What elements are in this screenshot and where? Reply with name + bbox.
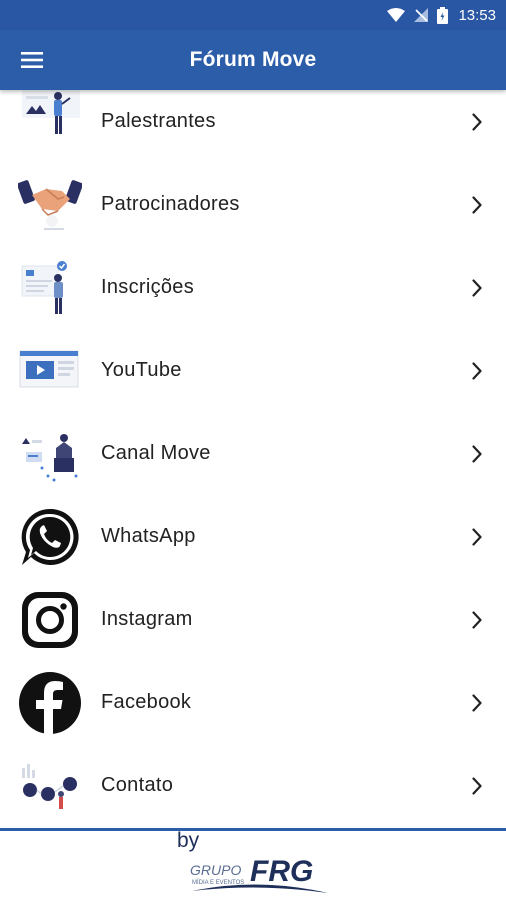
menu-item-whatsapp[interactable]: WhatsApp [0, 495, 506, 578]
facebook-icon [18, 671, 82, 735]
footer: by GRUPO FRG MÍDIA E EVENTOS [0, 828, 506, 900]
logo-group-text: GRUPO [190, 862, 241, 878]
chevron-right-icon [470, 527, 484, 547]
footer-by-text: by [177, 829, 200, 852]
logo-brand-text: FRG [250, 855, 313, 888]
grupo-frg-logo: GRUPO FRG MÍDIA E EVENTOS [190, 855, 328, 893]
hamburger-menu-icon[interactable] [16, 44, 48, 76]
chevron-right-icon [470, 278, 484, 298]
app-title: Fórum Move [189, 48, 317, 71]
channel-illustration-icon [18, 422, 82, 486]
menu-item-label: Facebook [101, 691, 192, 713]
no-signal-icon [413, 7, 429, 23]
chevron-right-icon [470, 112, 484, 132]
status-time: 13:53 [458, 6, 496, 24]
chevron-right-icon [470, 361, 484, 381]
menu-item-patrocinadores[interactable]: Patrocinadores [0, 163, 506, 246]
chevron-right-icon [470, 693, 484, 713]
menu-item-label: Inscrições [101, 276, 195, 298]
battery-icon [437, 6, 449, 24]
menu-item-contato[interactable]: Contato [0, 744, 506, 827]
menu-item-instagram[interactable]: Instagram [0, 578, 506, 661]
menu-item-inscricoes[interactable]: Inscrições [0, 246, 506, 329]
video-player-illustration-icon [18, 339, 82, 403]
contact-illustration-icon [18, 754, 82, 818]
speaker-illustration-icon [18, 84, 82, 148]
menu-item-label: Instagram [101, 608, 193, 630]
menu-item-label: YouTube [101, 359, 182, 381]
wifi-icon [387, 7, 406, 23]
menu-item-palestrantes[interactable]: Palestrantes [0, 80, 506, 163]
chevron-right-icon [470, 776, 484, 796]
menu-item-label: Contato [101, 774, 174, 796]
menu-list: Palestrantes Patrocinadores Inscrições Y… [0, 80, 506, 830]
menu-item-facebook[interactable]: Facebook [0, 661, 506, 744]
menu-item-label: Canal Move [101, 442, 211, 464]
menu-item-youtube[interactable]: YouTube [0, 329, 506, 412]
status-bar: 13:53 [0, 0, 506, 30]
menu-item-label: WhatsApp [101, 525, 196, 547]
whatsapp-icon [18, 505, 82, 569]
chevron-right-icon [470, 610, 484, 630]
menu-item-canal-move[interactable]: Canal Move [0, 412, 506, 495]
menu-item-label: Palestrantes [101, 110, 216, 132]
app-bar: Fórum Move [0, 30, 506, 90]
handshake-illustration-icon [18, 173, 82, 237]
chevron-right-icon [470, 444, 484, 464]
menu-item-label: Patrocinadores [101, 193, 240, 215]
registration-illustration-icon [18, 256, 82, 320]
instagram-icon [18, 588, 82, 652]
logo-tagline-text: MÍDIA E EVENTOS [192, 879, 244, 886]
chevron-right-icon [470, 195, 484, 215]
